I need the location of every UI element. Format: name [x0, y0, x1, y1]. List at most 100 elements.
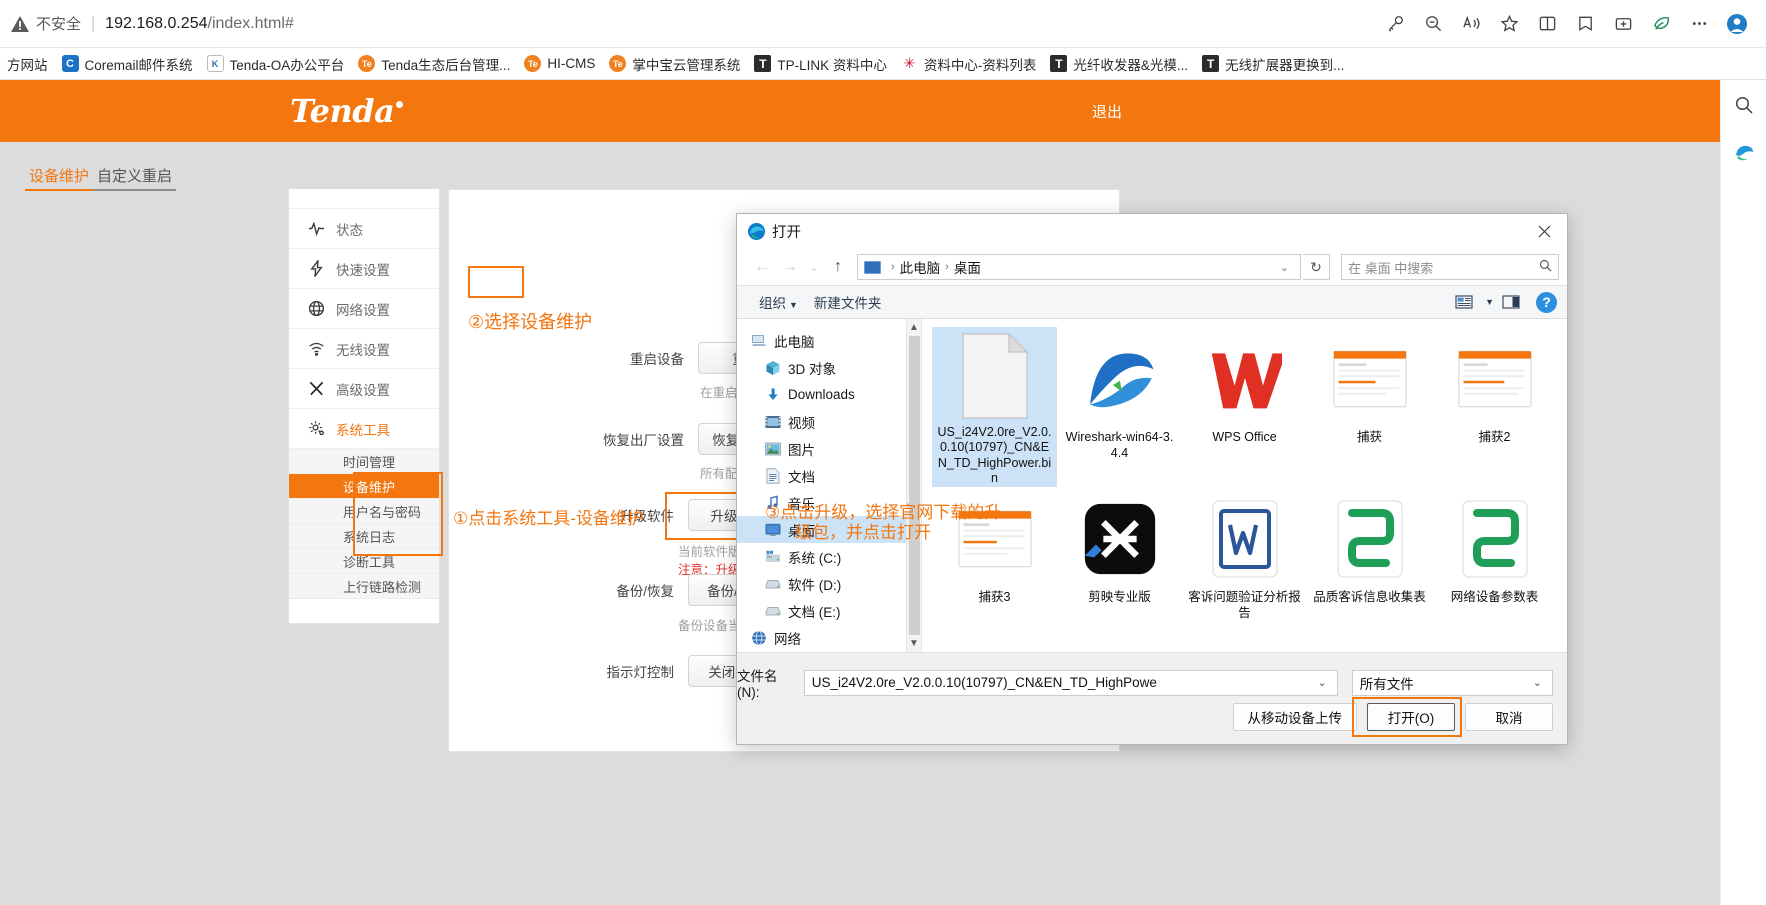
address-bar[interactable]: 不安全 | 192.168.0.254/index.html# — [0, 0, 1766, 48]
search-input[interactable]: 在 桌面 中搜索 — [1341, 254, 1559, 280]
file-item[interactable]: Wireshark-win64-3.4.4 — [1057, 327, 1182, 487]
tree-item-network[interactable]: 网络 — [737, 624, 906, 651]
bookmark-item[interactable]: T 无线扩展器更换到... — [1195, 51, 1351, 77]
new-folder-button[interactable]: 新建文件夹 — [806, 288, 890, 316]
recent-locations-icon[interactable]: ⌄ — [805, 254, 823, 280]
key-icon[interactable] — [1380, 9, 1410, 39]
back-arrow-icon[interactable]: ← — [749, 254, 775, 280]
file-item[interactable]: 捕获 — [1307, 327, 1432, 487]
tree-item-downloads[interactable]: Downloads — [737, 381, 906, 408]
sidebar-subitem-diagnostics[interactable]: 诊断工具 — [289, 549, 439, 574]
refresh-icon[interactable]: ↻ — [1303, 254, 1330, 280]
tab-device-maintenance[interactable]: 设备维护 — [25, 162, 94, 191]
profile-avatar[interactable] — [1722, 9, 1752, 39]
open-button[interactable]: 打开(O) — [1367, 703, 1455, 731]
sidebar-subitem-maintenance[interactable]: 设备维护 — [289, 474, 439, 499]
file-item[interactable]: 网络设备参数表 — [1432, 487, 1557, 647]
sidebar-subitem-uplink[interactable]: 上行链路检测 — [289, 574, 439, 599]
sidebar-item-advanced[interactable]: 高级设置 — [289, 369, 439, 409]
add-collection-icon[interactable] — [1608, 9, 1638, 39]
bookmark-item[interactable]: ✳ 资料中心-资料列表 — [894, 51, 1044, 77]
collections-icon[interactable] — [1570, 9, 1600, 39]
sidebar-bottom-pad — [289, 599, 439, 623]
file-list[interactable]: US_i24V2.0re_V2.0.0.10(10797)_CN&EN_TD_H… — [922, 319, 1567, 652]
tree-scrollbar[interactable]: ▲ ▼ — [907, 319, 922, 652]
sidebar-copilot-icon[interactable] — [1731, 140, 1757, 166]
sidebar-item-wireless[interactable]: 无线设置 — [289, 329, 439, 369]
sidebar-item-status[interactable]: 状态 — [289, 209, 439, 249]
url-text[interactable]: 192.168.0.254/index.html# — [105, 15, 294, 33]
wps-office-icon — [1208, 333, 1282, 425]
breadcrumb[interactable]: › 此电脑 › 桌面 ⌄ — [857, 254, 1301, 280]
close-icon[interactable] — [1521, 215, 1567, 249]
tree-item-documents-e[interactable]: 文档 (E:) — [737, 597, 906, 624]
bookmark-item[interactable]: T 光纤收发器&光模... — [1043, 51, 1195, 77]
cancel-button[interactable]: 取消 — [1465, 703, 1553, 731]
sidebar-subitem-syslog[interactable]: 系统日志 — [289, 524, 439, 549]
sidebar-subitem-credentials[interactable]: 用户名与密码 — [289, 499, 439, 524]
file-item[interactable]: 剪映专业版 — [1057, 487, 1182, 647]
bookmark-label: 光纤收发器&光模... — [1073, 57, 1189, 73]
sidebar-item-network[interactable]: 网络设置 — [289, 289, 439, 329]
tree-item-software-d[interactable]: 软件 (D:) — [737, 570, 906, 597]
sidebar-label: 高级设置 — [336, 382, 390, 398]
tree-item-pictures[interactable]: 图片 — [737, 435, 906, 462]
filename-input[interactable]: US_i24V2.0re_V2.0.0.10(10797)_CN&EN_TD_H… — [803, 669, 1338, 696]
file-item[interactable]: US_i24V2.0re_V2.0.0.10(10797)_CN&EN_TD_H… — [932, 327, 1057, 487]
file-name-label: US_i24V2.0re_V2.0.0.10(10797)_CN&EN_TD_H… — [937, 424, 1052, 486]
search-icon[interactable] — [1539, 259, 1552, 275]
tree-item-documents[interactable]: 文档 — [737, 462, 906, 489]
tree-item-system-c[interactable]: 系统 (C:) — [737, 543, 906, 570]
sidebar-item-systemtools[interactable]: 系统工具 — [289, 409, 439, 449]
file-name-label: 捕获 — [1356, 430, 1382, 444]
browser-chrome: 不安全 | 192.168.0.254/index.html# 方网站 C Co… — [0, 0, 1766, 80]
bookmark-item[interactable]: 方网站 — [0, 51, 55, 77]
bookmarks-bar[interactable]: 方网站 C Coremail邮件系统 K Tenda-OA办公平台 Te Ten… — [0, 48, 1766, 80]
navigation-tree[interactable]: 此电脑 3D 对象 Downloads 视频 图片 文档 音乐 桌面 系统 (C… — [737, 319, 907, 652]
tree-item-this-pc[interactable]: 此电脑 — [737, 327, 906, 354]
maintenance-tabbar[interactable]: 设备维护 自定义重启 — [25, 162, 177, 191]
breadcrumb-segment-desktop[interactable]: 桌面 — [954, 257, 981, 277]
organize-button[interactable]: 组织 ▼ — [751, 288, 806, 316]
view-layout-icon[interactable] — [1448, 290, 1482, 314]
bookmark-item[interactable]: K Tenda-OA办公平台 — [200, 51, 352, 77]
upload-from-mobile-button[interactable]: 从移动设备上传 — [1232, 703, 1357, 731]
preview-pane-icon[interactable] — [1494, 290, 1528, 314]
tab-custom-reboot[interactable]: 自定义重启 — [93, 162, 177, 191]
star-icon[interactable] — [1494, 9, 1524, 39]
bookmark-item[interactable]: Te 掌中宝云管理系统 — [602, 51, 747, 77]
tree-item-3d-objects[interactable]: 3D 对象 — [737, 354, 906, 381]
file-item[interactable]: 品质客诉信息收集表 — [1307, 487, 1432, 647]
read-aloud-icon[interactable] — [1456, 9, 1486, 39]
tree-item-videos[interactable]: 视频 — [737, 408, 906, 435]
scroll-down-icon[interactable]: ▼ — [909, 638, 919, 649]
scroll-up-icon[interactable]: ▲ — [909, 322, 919, 333]
file-item[interactable]: 捕获2 — [1432, 327, 1557, 487]
bookmark-item[interactable]: Te HI-CMS — [517, 52, 602, 75]
chevron-down-icon[interactable]: ▼ — [1485, 297, 1494, 307]
file-name-label: 捕获3 — [978, 590, 1011, 604]
chevron-down-icon[interactable]: ⌄ — [1312, 676, 1333, 689]
sidebar-item-quicksetup[interactable]: 快速设置 — [289, 249, 439, 289]
scrollbar-thumb[interactable] — [908, 336, 920, 635]
forward-arrow-icon[interactable]: → — [777, 254, 803, 280]
file-item[interactable]: 客诉问题验证分析报告 — [1182, 487, 1307, 647]
bookmark-item[interactable]: T TP-LINK 资料中心 — [747, 51, 894, 77]
breadcrumb-segment-pc[interactable]: 此电脑 — [900, 257, 941, 277]
file-item[interactable]: WPS Office — [1182, 327, 1307, 487]
logout-link[interactable]: 退出 — [1092, 101, 1122, 122]
zoom-out-icon[interactable] — [1418, 9, 1448, 39]
dialog-footer: 文件名(N): US_i24V2.0re_V2.0.0.10(10797)_CN… — [737, 652, 1567, 744]
sidebar-search-icon[interactable] — [1731, 92, 1757, 118]
filetype-select[interactable]: 所有文件 ⌄ — [1351, 669, 1553, 696]
help-icon[interactable]: ? — [1536, 291, 1557, 313]
up-arrow-icon[interactable]: ↑ — [825, 254, 851, 280]
browser-essentials-icon[interactable] — [1646, 9, 1676, 39]
more-options-icon[interactable] — [1684, 9, 1714, 39]
split-screen-icon[interactable] — [1532, 9, 1562, 39]
chevron-down-icon[interactable]: ⌄ — [1527, 676, 1548, 689]
chevron-down-icon[interactable]: ⌄ — [1273, 261, 1296, 274]
sidebar-subitem-time[interactable]: 时间管理 — [289, 449, 439, 474]
bookmark-item[interactable]: C Coremail邮件系统 — [55, 51, 200, 77]
bookmark-item[interactable]: Te Tenda生态后台管理... — [351, 51, 517, 77]
